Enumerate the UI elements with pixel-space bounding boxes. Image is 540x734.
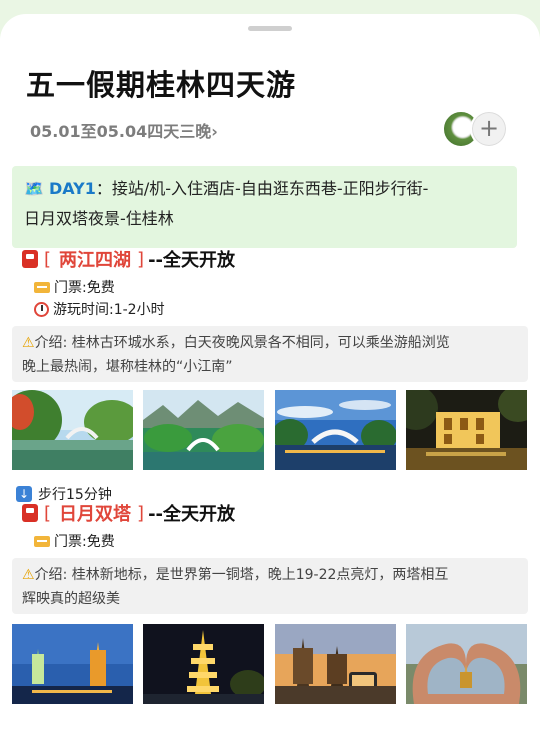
intro-line-1: ⚠介绍: 桂林古环城水系，白天夜晚风景各不相同，可以乘坐游船浏览: [22, 331, 518, 355]
duration-info: 游玩时间:1-2小时: [34, 299, 165, 319]
day1-line-2: 日月双塔夜景-住桂林: [24, 209, 174, 228]
spot-title-liangjiang: [ 两江四湖 ] --全天开放: [22, 246, 235, 272]
content-sheet: 五一假期桂林四天游 05.01至05.04四天三晚› + 🗺️ DAY1：接站/…: [0, 14, 540, 734]
mailbox-icon: [22, 250, 38, 268]
trip-dates-link[interactable]: 05.01至05.04四天三晚›: [30, 118, 218, 142]
day1-line-1: 🗺️ DAY1：接站/机-入住酒店-自由逛东西巷-正阳步行街-: [24, 174, 503, 204]
day1-route-text: ：接站/机-入住酒店-自由逛东西巷-正阳步行街-: [95, 179, 429, 198]
photo-liangjiang-1[interactable]: [12, 390, 133, 470]
photo-riyue-2[interactable]: [143, 624, 264, 704]
page-title: 五一假期桂林四天游: [26, 68, 297, 102]
intro-line-2: 辉映真的超级美: [22, 591, 120, 607]
mailbox-icon: [22, 504, 38, 522]
opening-hours: --全天开放: [148, 504, 236, 525]
intro-text: : 桂林新地标，是世界第一铜塔，晚上19-22点亮灯，两塔相互: [62, 567, 449, 583]
spot-name: 两江四湖: [59, 250, 132, 271]
ticket-text: 门票:免费: [54, 534, 115, 550]
intro-prefix: 介绍: [34, 567, 63, 583]
ticket-info: 门票:免费: [34, 277, 115, 297]
bracket-open: [: [44, 502, 52, 524]
bracket-close: ]: [137, 248, 145, 270]
ticket-text: 门票:免费: [54, 280, 115, 296]
day1-label: DAY1: [49, 179, 96, 198]
spot-intro-riyue: ⚠介绍: 桂林新地标，是世界第一铜塔，晚上19-22点亮灯，两塔相互 辉映真的超…: [12, 558, 528, 614]
bracket-open: [: [44, 248, 52, 270]
intro-line-2: 晚上最热闹，堪称桂林的“小江南”: [22, 359, 233, 375]
add-collaborator-button[interactable]: +: [470, 110, 508, 148]
collaborators: +: [442, 110, 512, 150]
spot-title-riyue: [ 日月双塔 ] --全天开放: [22, 500, 235, 526]
drag-handle[interactable]: [248, 26, 292, 31]
spot-intro-liangjiang: ⚠介绍: 桂林古环城水系，白天夜晚风景各不相同，可以乘坐游船浏览 晚上最热闹，堪…: [12, 326, 528, 382]
ticket-icon: [34, 281, 50, 293]
photo-liangjiang-2[interactable]: [143, 390, 264, 470]
alarm-clock-icon: [34, 301, 49, 317]
intro-prefix: 介绍: [34, 335, 63, 351]
intro-text: : 桂林古环城水系，白天夜晚风景各不相同，可以乘坐游船浏览: [62, 335, 450, 351]
photo-liangjiang-4[interactable]: [406, 390, 527, 470]
warning-icon: ⚠: [22, 567, 35, 583]
day1-banner: 🗺️ DAY1：接站/机-入住酒店-自由逛东西巷-正阳步行街- 日月双塔夜景-住…: [12, 166, 517, 248]
photo-row-liangjiang: [12, 390, 532, 470]
opening-hours: --全天开放: [148, 250, 236, 271]
spot-name: 日月双塔: [59, 504, 132, 525]
photo-row-riyue: [12, 624, 532, 704]
chevron-right-icon: ›: [211, 122, 218, 141]
map-icon: 🗺️: [24, 179, 44, 198]
photo-riyue-1[interactable]: [12, 624, 133, 704]
intro-line-1: ⚠介绍: 桂林新地标，是世界第一铜塔，晚上19-22点亮灯，两塔相互: [22, 563, 518, 587]
trip-dates-text: 05.01至05.04四天三晚: [30, 122, 212, 141]
bracket-close: ]: [137, 502, 145, 524]
ticket-icon: [34, 535, 50, 547]
photo-riyue-3[interactable]: [275, 624, 396, 704]
photo-liangjiang-3[interactable]: [275, 390, 396, 470]
ticket-info: 门票:免费: [34, 531, 115, 551]
photo-riyue-4[interactable]: [406, 624, 527, 704]
warning-icon: ⚠: [22, 335, 35, 351]
duration-text: 游玩时间:1-2小时: [53, 302, 165, 318]
